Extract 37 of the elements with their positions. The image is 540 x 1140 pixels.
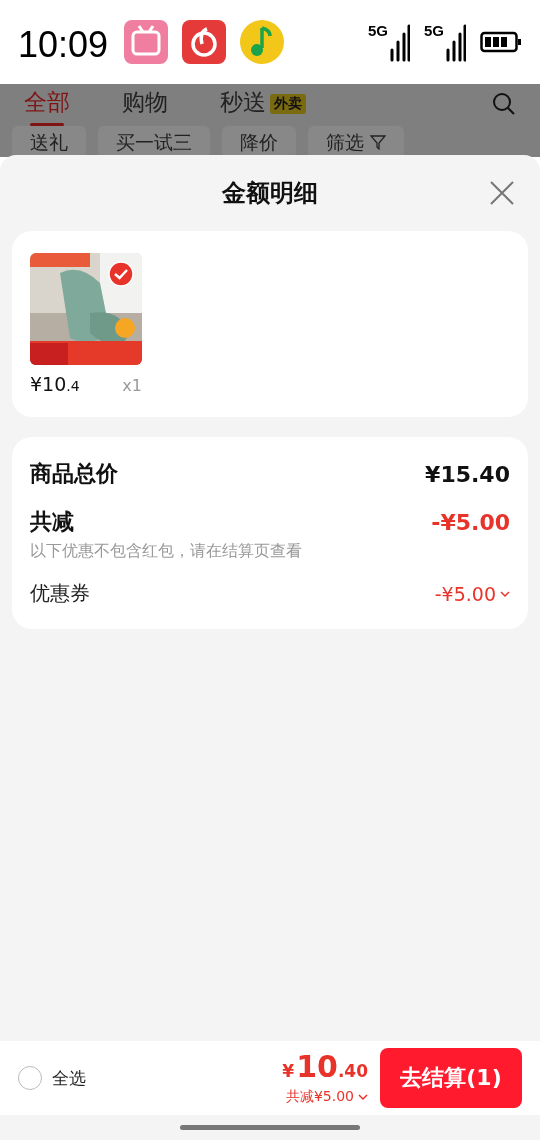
- item-quantity: x1: [122, 376, 142, 395]
- sheet-title: 金额明细: [222, 178, 318, 209]
- signal-icon: [446, 22, 466, 62]
- checkout-button[interactable]: 去结算(1): [380, 1048, 522, 1108]
- select-all-label: 全选: [52, 1066, 86, 1090]
- check-icon[interactable]: [108, 261, 134, 287]
- network-label: 5G: [367, 22, 388, 39]
- music-app-icon: [182, 20, 227, 64]
- filter-chip[interactable]: 降价: [222, 126, 296, 157]
- select-all-radio[interactable]: [18, 1066, 42, 1090]
- coupon-label: 优惠券: [30, 580, 90, 607]
- search-icon[interactable]: [492, 92, 516, 116]
- coupon-value[interactable]: -¥5.00: [434, 582, 510, 605]
- reduction-value: -¥5.00: [431, 509, 510, 535]
- tab[interactable]: 购物: [122, 86, 168, 122]
- tv-app-icon: [124, 20, 169, 64]
- caret-icon: [358, 1093, 368, 1101]
- caret-icon: [500, 589, 510, 598]
- signal-icon: [390, 22, 410, 62]
- item-price: ¥10.4: [30, 373, 80, 395]
- battery-icon: [480, 31, 522, 53]
- close-icon[interactable]: [488, 179, 516, 207]
- filter-chip[interactable]: 筛选: [308, 126, 404, 157]
- filter-chip[interactable]: 买一试三: [98, 126, 210, 157]
- reduction-note: 以下优惠不包含红包，请在结算页查看: [30, 541, 303, 562]
- tab[interactable]: 秒送: [220, 86, 266, 122]
- filter-icon: [370, 134, 386, 150]
- total-price: ¥10.40: [282, 1050, 368, 1086]
- total-label: 商品总价: [30, 460, 118, 488]
- total-value: ¥15.40: [425, 461, 510, 487]
- network-label: 5G: [424, 22, 444, 39]
- tab-badge: 外卖: [270, 94, 306, 114]
- reduction-label: 共减: [30, 508, 74, 536]
- status-time: 10:09: [18, 24, 109, 66]
- filter-chip[interactable]: 送礼: [12, 126, 86, 157]
- reduction-summary[interactable]: 共减¥5.00: [285, 1088, 368, 1106]
- music-note-icon: [240, 20, 285, 64]
